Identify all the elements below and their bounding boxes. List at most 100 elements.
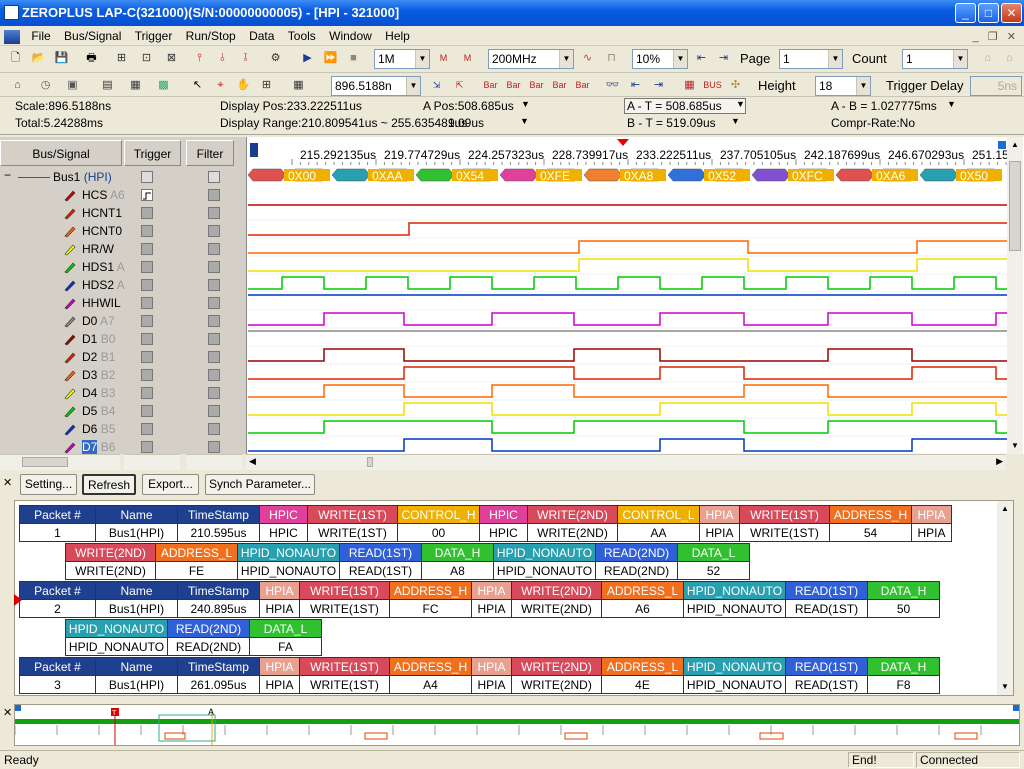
packet-value-cell[interactable]: Bus1(HPI) bbox=[95, 675, 178, 694]
trigger-level-icon[interactable]: ⫰ bbox=[213, 49, 232, 68]
sample-rate-select[interactable]: 200MHz ▼ bbox=[488, 49, 574, 69]
signal-color-pen-icon[interactable] bbox=[63, 206, 77, 220]
signal-color-pen-icon[interactable] bbox=[63, 332, 77, 346]
trigger-setup-icon[interactable]: ⚙ bbox=[266, 49, 285, 68]
timer-icon[interactable]: ◷ bbox=[36, 76, 55, 95]
packet-value-cell[interactable]: A8 bbox=[421, 561, 494, 580]
trigger-cell[interactable] bbox=[141, 207, 153, 219]
menu-window[interactable]: Window bbox=[324, 26, 377, 46]
trigger-cell[interactable] bbox=[141, 369, 153, 381]
trigger-cell[interactable] bbox=[141, 405, 153, 417]
filter-cell[interactable] bbox=[208, 225, 220, 237]
bar-a-icon[interactable]: Bar bbox=[481, 76, 500, 95]
filter-cell[interactable] bbox=[208, 207, 220, 219]
trigger-cell[interactable] bbox=[141, 189, 153, 201]
open-folder-icon[interactable]: 📂 bbox=[29, 49, 48, 68]
search-prev-icon[interactable]: ⇤ bbox=[626, 76, 645, 95]
trigger-column-header[interactable]: Trigger bbox=[124, 140, 181, 166]
packet-value-cell[interactable]: Bus1(HPI) bbox=[95, 523, 178, 542]
packet-value-cell[interactable]: A4 bbox=[389, 675, 472, 694]
packet-value-cell[interactable]: 4E bbox=[601, 675, 684, 694]
packet-value-cell[interactable]: READ(1ST) bbox=[785, 599, 868, 618]
filter-cell[interactable] bbox=[208, 315, 220, 327]
vertical-scroll-thumb[interactable] bbox=[1009, 161, 1021, 251]
clock-wave-icon[interactable]: ∿ bbox=[578, 49, 597, 68]
filter-cell[interactable] bbox=[208, 441, 220, 453]
stop-icon[interactable]: ■ bbox=[344, 49, 363, 68]
packet-value-cell[interactable]: WRITE(1ST) bbox=[299, 675, 390, 694]
packet-value-cell[interactable]: HPIA bbox=[259, 675, 300, 694]
scale-select[interactable]: 896.5188n ▼ bbox=[331, 76, 421, 96]
trigger-cell[interactable] bbox=[141, 333, 153, 345]
home-icon[interactable]: ⌂ bbox=[8, 76, 27, 95]
packet-value-cell[interactable]: HPIC bbox=[479, 523, 528, 542]
packet-value-cell[interactable]: 54 bbox=[829, 523, 912, 542]
trigger-col-scrollbar[interactable] bbox=[124, 454, 180, 470]
packet-table[interactable]: Packet # Name TimeStamp HPIA WRITE(1ST) ADDRE… bbox=[19, 581, 940, 618]
filter-column-header[interactable]: Filter bbox=[186, 140, 234, 166]
packet-value-cell[interactable]: HPIA bbox=[699, 523, 740, 542]
scale-down-icon[interactable]: ⇲ bbox=[427, 76, 446, 95]
packet-value-cell[interactable]: FA bbox=[249, 637, 322, 656]
menu-file[interactable]: File bbox=[26, 26, 55, 46]
scroll-right-icon[interactable]: ▶ bbox=[996, 456, 1003, 467]
signal-row[interactable]: D1 B0 bbox=[0, 330, 246, 348]
packet-value-cell[interactable]: HPIC bbox=[259, 523, 308, 542]
count-select[interactable]: 1 ▼ bbox=[902, 49, 968, 69]
signal-config-icon[interactable]: ⊡ bbox=[137, 49, 156, 68]
menu-data[interactable]: Data bbox=[244, 26, 279, 46]
packet-value-cell[interactable]: HPID_NONAUTO bbox=[237, 561, 340, 580]
waveform-horizontal-scrollbar[interactable]: ◀ ▶ bbox=[246, 454, 1006, 470]
packet-value-cell[interactable]: READ(2ND) bbox=[595, 561, 678, 580]
list-view-icon[interactable]: ▤ bbox=[98, 76, 117, 95]
packet-value-cell[interactable]: AA bbox=[617, 523, 700, 542]
bar-c-icon[interactable]: Bar bbox=[527, 76, 546, 95]
close-packet-pane-icon[interactable]: ✕ bbox=[3, 476, 12, 489]
bus-row[interactable]: − Bus1 (HPI) bbox=[0, 168, 246, 186]
packet-value-cell[interactable]: WRITE(1ST) bbox=[739, 523, 830, 542]
bus-config-icon[interactable]: ⊞ bbox=[112, 49, 131, 68]
packet-value-cell[interactable]: WRITE(2ND) bbox=[511, 599, 602, 618]
cursor-icon[interactable]: ⌖ bbox=[211, 76, 230, 95]
scroll-up-icon[interactable]: ▲ bbox=[1007, 137, 1023, 153]
maximize-button[interactable]: □ bbox=[978, 3, 999, 23]
bus-signal-column-header[interactable]: Bus/Signal bbox=[0, 140, 122, 166]
filter-cell[interactable] bbox=[208, 261, 220, 273]
memory-m-icon[interactable]: M bbox=[434, 49, 453, 68]
capture-icon[interactable]: ▣ bbox=[63, 76, 82, 95]
signal-row[interactable]: D5 B4 bbox=[0, 402, 246, 420]
packet-value-cell[interactable]: WRITE(1ST) bbox=[307, 523, 398, 542]
signal-row[interactable]: HR/W bbox=[0, 240, 246, 258]
bar-t-icon[interactable]: Bar bbox=[550, 76, 569, 95]
bar-add-icon[interactable]: Bar bbox=[573, 76, 592, 95]
trigger-cell[interactable] bbox=[141, 225, 153, 237]
packet-table[interactable]: HPID_NONAUTO READ(2ND) DATA_L HPID_NONAUTO R… bbox=[65, 619, 322, 656]
packet-value-cell[interactable]: 210.595us bbox=[177, 523, 260, 542]
waveform-vertical-scrollbar[interactable]: ▲ ▼ bbox=[1007, 137, 1023, 454]
packet-value-cell[interactable]: 261.095us bbox=[177, 675, 260, 694]
height-select[interactable]: 18 ▼ bbox=[815, 76, 871, 96]
packet-value-cell[interactable]: READ(1ST) bbox=[339, 561, 422, 580]
filter-cell[interactable] bbox=[208, 243, 220, 255]
menu-help[interactable]: Help bbox=[380, 26, 415, 46]
packet-vertical-scrollbar[interactable]: ▲ ▼ bbox=[997, 501, 1013, 695]
packet-value-cell[interactable]: 52 bbox=[677, 561, 750, 580]
packet-value-cell[interactable]: READ(2ND) bbox=[167, 637, 250, 656]
document-icon[interactable] bbox=[4, 29, 20, 44]
range-dropdown-icon[interactable]: ▼ bbox=[520, 116, 529, 126]
packet-value-cell[interactable]: 240.895us bbox=[177, 599, 260, 618]
mdi-controls[interactable]: _ ❐ ✕ bbox=[972, 30, 1016, 43]
trigger-edge-icon[interactable]: ⫯ bbox=[190, 49, 209, 68]
packet-value-cell[interactable]: HPID_NONAUTO bbox=[683, 675, 786, 694]
trigger-pattern-icon[interactable]: ⫱ bbox=[236, 49, 255, 68]
unlock-icon[interactable]: ⌂ bbox=[978, 49, 997, 68]
page-select[interactable]: 1 ▼ bbox=[779, 49, 843, 69]
packet-table[interactable]: WRITE(2ND) ADDRESS_L HPID_NONAUTO READ(1ST)… bbox=[65, 543, 750, 580]
signal-row[interactable]: D0 A7 bbox=[0, 312, 246, 330]
packet-value-row[interactable]: WRITE(2ND) FE HPID_NONAUTO READ(1ST) A8 HPID_… bbox=[65, 561, 750, 580]
filter-cell[interactable] bbox=[208, 387, 220, 399]
trigger-cell[interactable] bbox=[141, 441, 153, 453]
packet-value-cell[interactable]: HPIA bbox=[471, 675, 512, 694]
minimize-button[interactable]: _ bbox=[955, 3, 976, 23]
trigger-cell[interactable] bbox=[141, 297, 153, 309]
